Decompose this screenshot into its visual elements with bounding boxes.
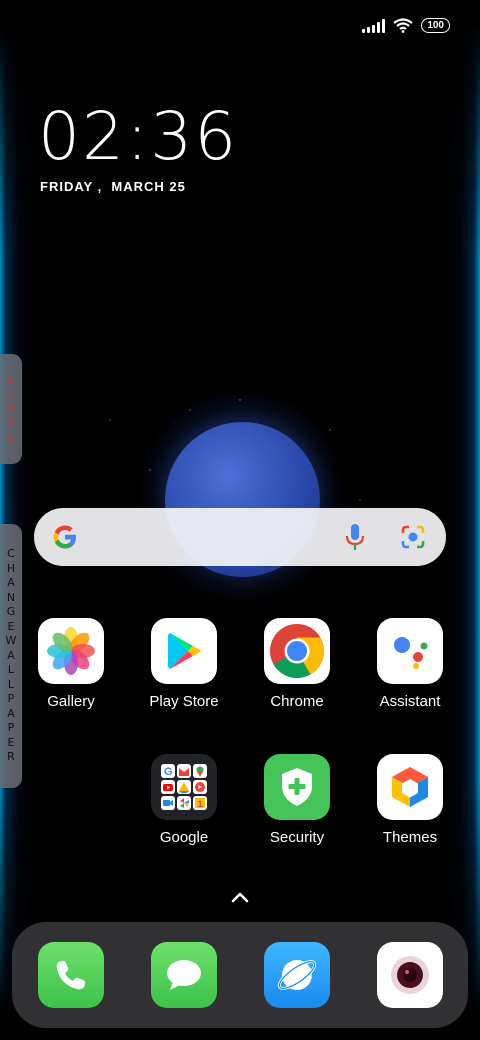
svg-text:G: G xyxy=(164,766,173,778)
app-label: Assistant xyxy=(379,693,441,710)
google-logo-icon xyxy=(53,525,76,549)
app-play-store[interactable]: Play Store xyxy=(134,618,234,710)
status-bar: 100 xyxy=(362,18,450,33)
change-wallpaper-tab-letter: L xyxy=(7,663,15,677)
change-wallpaper-tab-letter: G xyxy=(6,605,16,619)
change-wallpaper-tab-letter: A xyxy=(7,648,15,662)
change-wallpaper-tab-letter: A xyxy=(7,576,15,590)
change-wallpaper-tab-letter: R xyxy=(7,750,15,764)
gallery-icon xyxy=(38,618,104,684)
security-icon xyxy=(264,754,330,820)
app-label: Google xyxy=(159,829,209,846)
change-wallpaper-tab[interactable]: CHANGEWALLPAPER xyxy=(0,524,22,788)
close-tab-letter: L xyxy=(7,387,15,401)
change-wallpaper-tab-letter: P xyxy=(7,721,15,735)
change-wallpaper-tab-letter: L xyxy=(7,677,15,691)
change-wallpaper-tab-letter: E xyxy=(7,735,15,749)
camera-icon[interactable] xyxy=(377,942,443,1008)
app-label: Security xyxy=(269,829,325,846)
lens-icon[interactable] xyxy=(399,523,427,551)
browser-icon[interactable] xyxy=(264,942,330,1008)
close-tab-letter: C xyxy=(7,372,15,386)
app-gallery[interactable]: Gallery xyxy=(21,618,121,710)
mic-icon[interactable] xyxy=(344,522,366,552)
assistant-icon xyxy=(377,618,443,684)
change-wallpaper-tab-letter: E xyxy=(7,619,15,633)
app-themes[interactable]: Themes xyxy=(360,754,460,846)
themes-icon xyxy=(377,754,443,820)
google-search-bar[interactable] xyxy=(34,508,446,566)
close-tab-letter: S xyxy=(7,416,15,430)
signal-icon xyxy=(362,18,386,33)
clock-date[interactable]: FRIDAY , MARCH 25 xyxy=(40,179,186,194)
chevron-up-icon[interactable] xyxy=(230,890,250,904)
play-store-icon xyxy=(151,618,217,684)
change-wallpaper-tab-letter: C xyxy=(7,547,15,561)
app-assistant[interactable]: Assistant xyxy=(360,618,460,710)
app-label: Gallery xyxy=(47,693,95,710)
messages-icon[interactable] xyxy=(151,942,217,1008)
svg-text:1: 1 xyxy=(198,799,203,809)
app-google-folder[interactable]: G 1 Google xyxy=(134,754,234,846)
app-label: Play Store xyxy=(149,693,219,710)
app-security[interactable]: Security xyxy=(247,754,347,846)
wifi-icon xyxy=(393,18,413,33)
change-wallpaper-tab-letter: H xyxy=(6,561,16,575)
change-wallpaper-tab-letter: P xyxy=(7,692,15,706)
chrome-icon xyxy=(264,618,330,684)
clock-time[interactable]: 02:36 xyxy=(38,98,238,175)
google-folder-icon: G 1 xyxy=(151,754,217,820)
battery-icon: 100 xyxy=(421,18,450,33)
close-tab-letter: E xyxy=(7,430,15,444)
app-label: Themes xyxy=(382,829,438,846)
app-chrome[interactable]: Chrome xyxy=(247,618,347,710)
change-wallpaper-tab-letter: W xyxy=(5,634,17,648)
change-wallpaper-tab-letter: A xyxy=(7,706,15,720)
change-wallpaper-tab-letter: N xyxy=(6,590,16,604)
dock xyxy=(12,922,468,1028)
close-tab-letter: O xyxy=(6,401,16,415)
battery-level: 100 xyxy=(427,20,444,31)
close-tab[interactable]: CLOSE xyxy=(0,354,22,464)
app-label: Chrome xyxy=(270,693,324,710)
phone-icon[interactable] xyxy=(38,942,104,1008)
